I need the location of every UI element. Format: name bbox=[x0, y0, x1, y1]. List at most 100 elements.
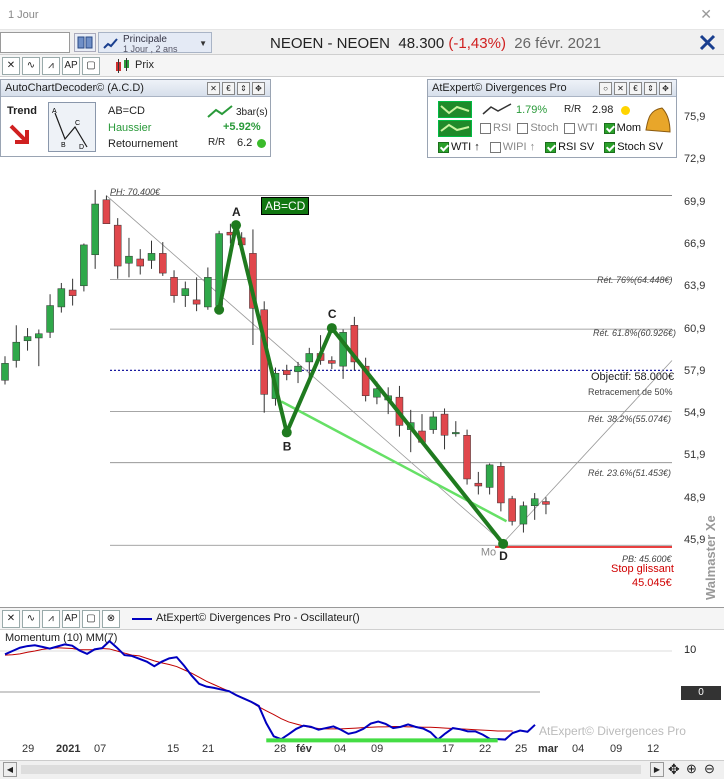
symbol-title: NEOEN - NEOEN bbox=[270, 35, 391, 52]
candle bbox=[530, 498, 539, 507]
pattern-name: AB=CD bbox=[108, 105, 145, 117]
candle bbox=[305, 353, 314, 363]
price-tick: 69,9 bbox=[684, 195, 706, 208]
book-icon[interactable] bbox=[74, 33, 96, 52]
pattern-direction: Haussier bbox=[108, 122, 152, 134]
tools-icon[interactable]: ✕ bbox=[2, 610, 20, 628]
move-icon[interactable]: ✥ bbox=[252, 82, 265, 95]
check-stoch[interactable]: Stoch bbox=[517, 122, 558, 134]
candle bbox=[429, 416, 438, 430]
oscillator-checks-2: WTI ↑ WIPI ↑ RSI SV Stoch SV bbox=[438, 141, 673, 153]
tools-icon[interactable] bbox=[698, 33, 718, 52]
date-tick: mar bbox=[538, 743, 559, 755]
candle bbox=[328, 360, 336, 364]
expand-icon[interactable]: ⇕ bbox=[644, 82, 657, 95]
status-dot bbox=[621, 106, 630, 115]
date-tick: 12 bbox=[647, 743, 660, 755]
ph-label: PH: 70.400€ bbox=[110, 187, 161, 197]
symbol-header: NEOEN - NEOEN 48.300 (-1,43%) 26 févr. 2… bbox=[270, 35, 601, 52]
level-382: Rét. 38.2%(55.074€) bbox=[588, 414, 672, 424]
scroll-right-icon[interactable]: ▶ bbox=[650, 762, 664, 777]
price-label: Prix bbox=[135, 59, 154, 71]
window-icon[interactable]: ▢ bbox=[82, 610, 100, 628]
price-tick: 54,9 bbox=[684, 407, 706, 420]
tools-icon[interactable]: ✕ bbox=[2, 57, 20, 75]
pattern-icon[interactable]: ⩘ bbox=[42, 57, 60, 75]
oscillator-watermark: AtExpert© Divergences Pro bbox=[539, 724, 686, 738]
tools-icon[interactable]: ✕ bbox=[207, 82, 220, 95]
check-wipi[interactable]: WIPI ↑ bbox=[489, 141, 535, 153]
pattern-type: Retournement bbox=[108, 138, 178, 150]
layout-dropdown[interactable]: Principale 1 Jour , 2 ans ▼ bbox=[98, 32, 212, 54]
candle bbox=[113, 224, 122, 267]
candle bbox=[35, 333, 43, 339]
atexpert-panel: AtExpert© Divergences Pro ○ ✕ € ⇕ ✥ 1.79… bbox=[427, 79, 677, 158]
candle bbox=[294, 365, 302, 373]
check-rsi[interactable]: RSI bbox=[480, 122, 511, 134]
candle bbox=[283, 370, 291, 375]
symbol-search-input[interactable] bbox=[0, 32, 70, 53]
pattern-badge[interactable]: AB=CD bbox=[261, 197, 310, 215]
ap-icon[interactable]: AP bbox=[62, 57, 80, 75]
date-tick: 21 bbox=[202, 743, 215, 755]
candle bbox=[68, 289, 77, 296]
date-tick: 07 bbox=[94, 743, 107, 755]
close-icon[interactable]: ✕ bbox=[700, 6, 712, 23]
candle bbox=[463, 435, 471, 480]
move-icon[interactable]: ✥ bbox=[659, 82, 672, 95]
scroll-left-icon[interactable]: ◀ bbox=[3, 762, 17, 777]
pattern-point bbox=[214, 304, 225, 315]
indicator-icon[interactable]: ∿ bbox=[22, 57, 40, 75]
horizontal-scrollbar[interactable]: ◀ ▶ ✥ ⊕ ⊖ bbox=[0, 760, 724, 779]
objective-label: Objectif: 58.000€ bbox=[591, 371, 675, 383]
date-tick: 15 bbox=[167, 743, 180, 755]
price-tick: 60,9 bbox=[684, 322, 706, 335]
pattern-point bbox=[498, 538, 509, 549]
divergence-down-icon[interactable] bbox=[438, 120, 472, 137]
ap-icon[interactable]: AP bbox=[62, 610, 80, 628]
candle bbox=[23, 336, 32, 342]
pattern-icon[interactable]: ⩘ bbox=[42, 610, 60, 628]
price-tick: 51,9 bbox=[684, 449, 706, 462]
indicator-icon[interactable]: ∿ bbox=[22, 610, 40, 628]
date-tick: 22 bbox=[479, 743, 492, 755]
date-tick: 04 bbox=[334, 743, 347, 755]
check-rsi-sv[interactable]: RSI SV bbox=[545, 141, 594, 153]
divergence-up-icon[interactable] bbox=[438, 101, 472, 118]
euro-icon[interactable]: € bbox=[629, 82, 642, 95]
oscillator-title: AtExpert© Divergences Pro - Oscillateur(… bbox=[156, 612, 360, 624]
euro-icon[interactable]: € bbox=[222, 82, 235, 95]
rr-icon: R/R bbox=[564, 104, 582, 115]
candle bbox=[102, 199, 111, 224]
level-76: Rét. 76%(64.448€) bbox=[597, 275, 673, 285]
info-icon[interactable]: ○ bbox=[599, 82, 612, 95]
price-change: (-1,43%) bbox=[448, 35, 506, 52]
series-swatch bbox=[132, 618, 152, 620]
move-icon[interactable]: ✥ bbox=[668, 761, 680, 778]
pattern-thumbnail[interactable]: A B C D bbox=[48, 102, 96, 152]
tools-icon[interactable]: ✕ bbox=[614, 82, 627, 95]
check-mom[interactable]: Mom bbox=[603, 122, 641, 134]
candle bbox=[1, 363, 9, 381]
candles-icon[interactable] bbox=[114, 58, 132, 77]
candle bbox=[485, 464, 494, 488]
watermark: Walmaster Xe bbox=[703, 515, 718, 600]
close-icon[interactable]: ⊗ bbox=[102, 610, 120, 628]
status-dot bbox=[257, 139, 266, 148]
zoom-in-icon[interactable]: ⊕ bbox=[686, 761, 697, 777]
trend-icon bbox=[482, 103, 512, 115]
date-tick: 29 bbox=[22, 743, 35, 755]
date-tick: fév bbox=[296, 743, 312, 755]
check-stoch-sv[interactable]: Stoch SV bbox=[604, 141, 663, 153]
zoom-out-icon[interactable]: ⊖ bbox=[704, 761, 715, 777]
atexpert-title: AtExpert© Divergences Pro bbox=[432, 82, 567, 94]
check-wti[interactable]: WTI ↑ bbox=[438, 141, 480, 153]
window-icon[interactable]: ▢ bbox=[82, 57, 100, 75]
scroll-track[interactable] bbox=[21, 765, 641, 774]
check-wti[interactable]: WTI bbox=[564, 122, 598, 134]
acd-title: AutoChartDecoder© (A.C.D) bbox=[5, 82, 144, 94]
candle bbox=[80, 244, 88, 287]
expand-icon[interactable]: ⇕ bbox=[237, 82, 250, 95]
candle bbox=[508, 498, 516, 522]
signal-line bbox=[4, 647, 513, 732]
